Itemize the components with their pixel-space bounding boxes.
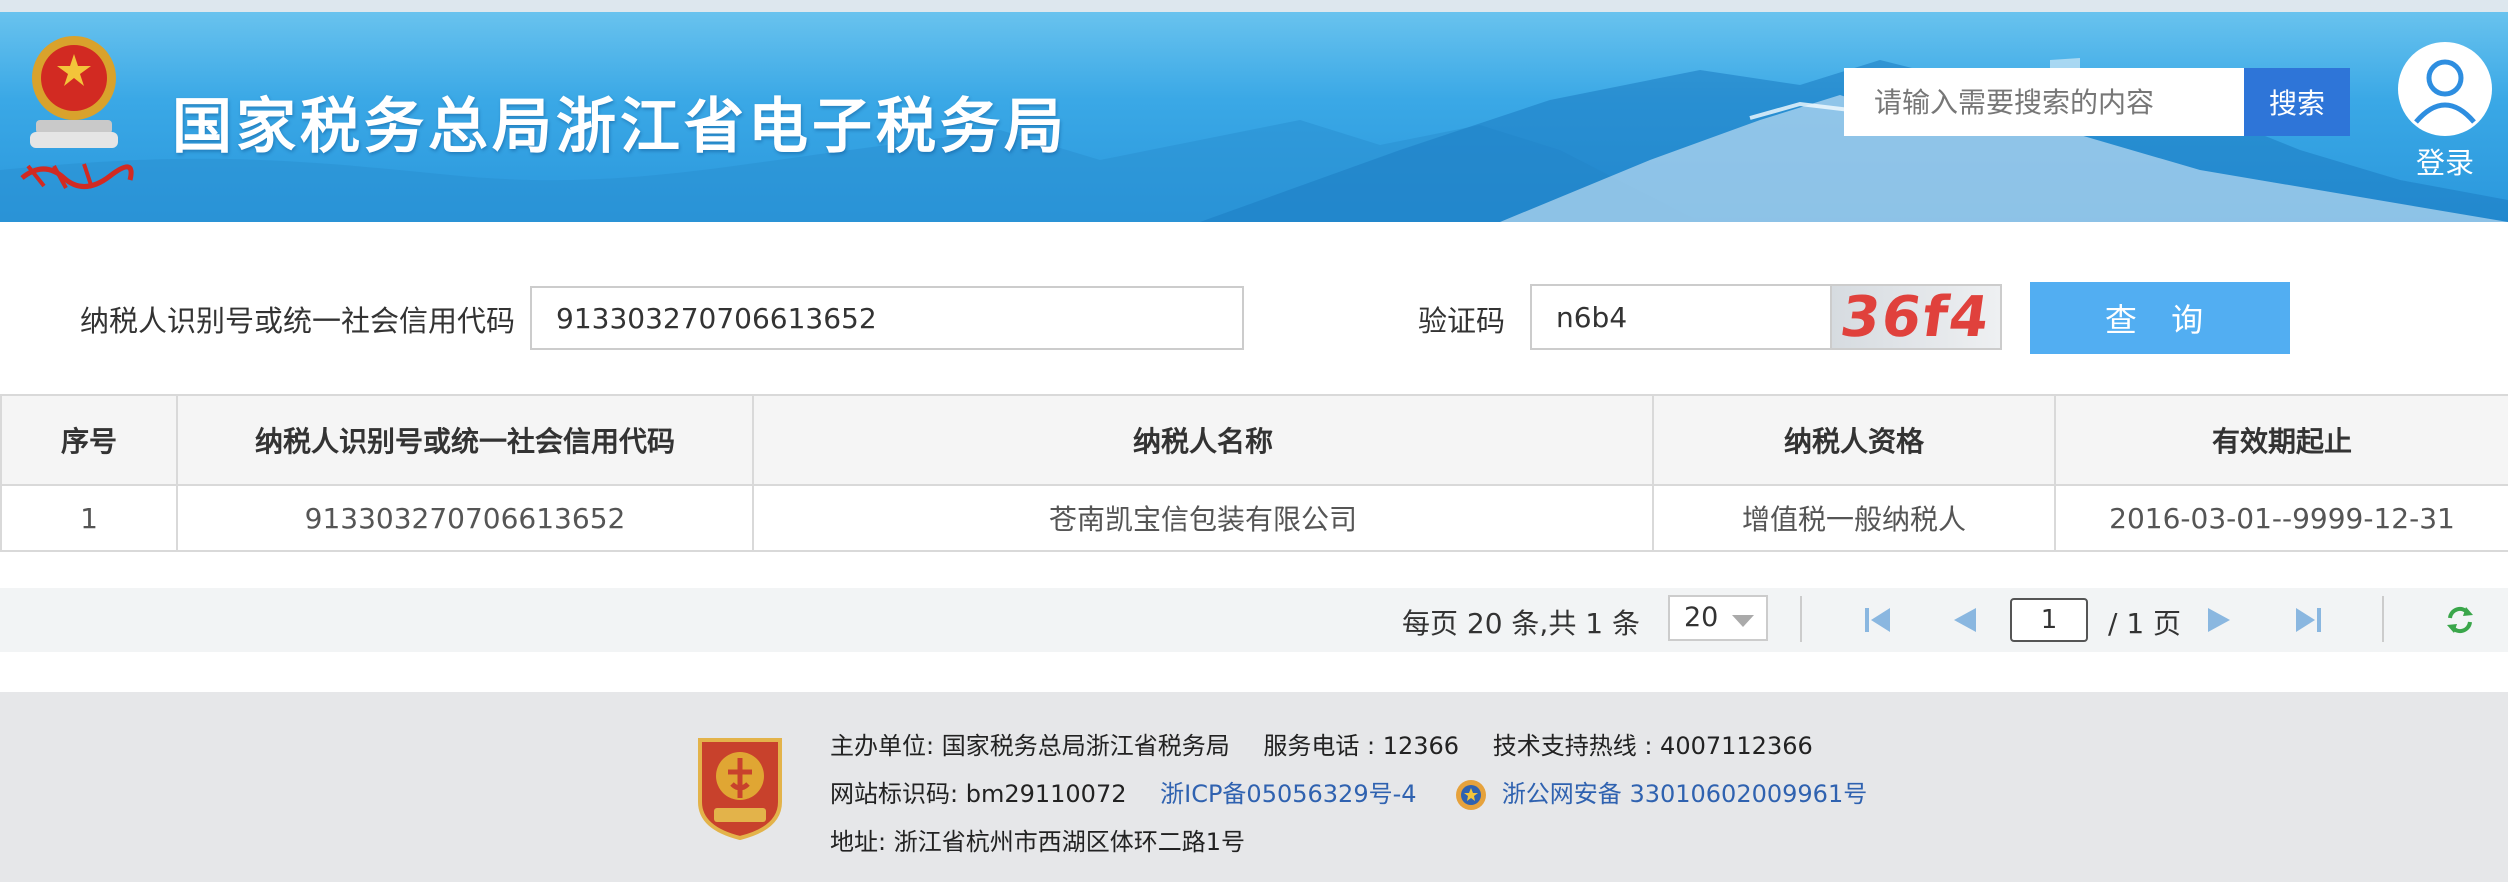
cell-validity: 2016-03-01--9999-12-31 [2054,484,2508,552]
pager-divider [1800,596,1802,642]
icp-link[interactable]: 浙ICP备05056329号-4 [1160,780,1416,808]
party-badge-icon[interactable] [692,732,788,842]
col-header-index: 序号 [0,394,178,486]
refresh-icon[interactable] [2444,604,2476,636]
user-avatar-icon [2414,59,2476,124]
captcha-label: 验证码 [1418,304,1506,338]
site-header: 国家税务总局浙江省电子税务局 搜索 登录 [0,0,2508,222]
table-row: 1 913303270706613652 苍南凯宝信包装有限公司 增值税一般纳税… [0,484,2508,552]
site-title: 国家税务总局浙江省电子税务局 [172,92,1068,162]
col-header-taxpayer-id: 纳税人识别号或统一社会信用代码 [176,394,754,486]
captcha-image-text: 36f4 [1836,284,1996,350]
cell-taxpayer-name: 苍南凯宝信包装有限公司 [752,484,1654,552]
taxpayer-id-label: 纳税人识别号或统一社会信用代码 [80,304,516,338]
results-table: 序号 纳税人识别号或统一社会信用代码 纳税人名称 纳税人资格 有效期起止 1 9… [0,394,2508,552]
footer-line-sponsor: 主办单位: 国家税务总局浙江省税务局 服务电话 : 12366 技术支持热线 :… [830,726,1813,761]
page-size-value: 20 [1684,602,1719,633]
current-page-input[interactable] [2010,598,2088,642]
first-page-icon[interactable] [1862,604,1894,636]
col-header-taxpayer-name: 纳税人名称 [752,394,1654,486]
support-hotline: 技术支持热线 : 4007112366 [1492,732,1813,760]
page-size-select[interactable]: 20 [1668,595,1768,641]
query-button[interactable]: 查 询 [2030,282,2290,354]
taxpayer-id-input[interactable] [530,286,1244,350]
prev-page-icon[interactable] [1948,604,1980,636]
cell-index: 1 [0,484,178,552]
pagination-bar: 每页 20 条,共 1 条 20 / 1 页 [0,588,2508,652]
login-avatar[interactable] [2398,42,2492,136]
captcha-image[interactable]: 36f4 [1830,284,2002,350]
next-page-icon[interactable] [2204,604,2236,636]
footer-line-registration: 网站标识码: bm29110072 浙ICP备05056329号-4 浙公网安备… [830,774,1867,812]
col-header-qualification: 纳税人资格 [1652,394,2056,486]
search-button[interactable]: 搜索 [2244,68,2350,136]
site-search-input[interactable] [1844,68,2244,136]
total-pages: / 1 页 [2108,607,2182,640]
sponsor-name: 国家税务总局浙江省税务局 [941,732,1230,760]
col-header-validity: 有效期起止 [2054,394,2508,486]
chevron-down-icon [1732,615,1754,627]
police-registration-link[interactable]: 浙公网安备 33010602009961号 [1502,780,1867,808]
pager-divider [2382,596,2384,642]
site-identifier: 网站标识码: bm29110072 [830,780,1127,808]
login-link[interactable]: 登录 [2400,140,2490,182]
police-badge-icon [1456,780,1487,810]
cell-taxpayer-id: 913303270706613652 [176,484,754,552]
pagination-info: 每页 20 条,共 1 条 [1402,607,1640,640]
site-footer: 主办单位: 国家税务总局浙江省税务局 服务电话 : 12366 技术支持热线 :… [0,692,2508,882]
footer-address: 地址: 浙江省杭州市西湖区体环二路1号 [830,828,1245,856]
sponsor-label: 主办单位: [830,732,935,760]
table-header-row: 序号 纳税人识别号或统一社会信用代码 纳税人名称 纳税人资格 有效期起止 [0,394,2508,486]
captcha-input[interactable] [1530,284,1832,350]
national-emblem-icon [20,36,134,189]
service-phone: 服务电话 : 12366 [1263,732,1460,760]
cell-qualification: 增值税一般纳税人 [1652,484,2056,552]
last-page-icon[interactable] [2292,604,2324,636]
